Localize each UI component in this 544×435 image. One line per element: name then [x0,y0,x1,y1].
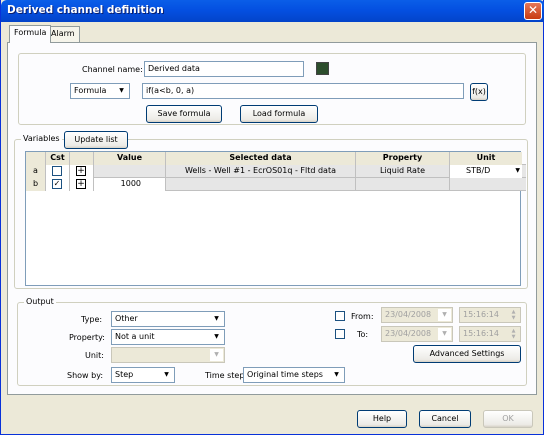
tab-alarm-label: Alarm [51,29,75,38]
row-name: a [26,165,46,178]
advanced-settings-button[interactable]: Advanced Settings [413,345,521,363]
help-button[interactable]: Help [357,410,407,428]
spinner-arrows-icon: ▲ ▼ [511,328,516,340]
unit-label: Unit: [85,351,104,360]
plus-icon[interactable]: + [76,179,86,189]
header-cst[interactable]: Cst [46,152,70,165]
from-date-picker[interactable]: 23/04/2008 ▼ [381,307,453,323]
table-row[interactable]: a + Wells - Well #1 - EcrOS01q - Fltd da… [26,165,526,178]
row-cst-cell [46,165,70,178]
chevron-down-icon[interactable]: ▼ [515,165,520,177]
to-time-value: 15:16:14 [463,329,499,338]
to-label: To: [357,330,369,339]
window-title: Derived channel definition [7,4,164,16]
type-select-value: Other [115,314,138,323]
row-cst-cell: ✓ [46,178,70,191]
from-checkbox[interactable] [335,311,345,321]
row-property [356,178,450,191]
channel-name-label: Channel name: [82,65,143,74]
close-icon[interactable]: ✕ [524,2,542,20]
save-formula-button[interactable]: Save formula [146,105,222,123]
from-label: From: [351,312,374,321]
output-group-label: Output [24,297,56,306]
row-value-input[interactable]: 1000 [94,178,166,191]
ok-button[interactable]: OK [483,410,533,428]
header-add [70,152,94,165]
to-date-picker[interactable]: 23/04/2008 ▼ [381,326,453,342]
chevron-down-icon: ▼ [438,328,451,340]
chevron-down-icon[interactable]: ▼ [330,369,343,381]
mode-select-value: Formula [74,86,107,95]
constant-checkbox[interactable] [52,166,62,176]
row-selected-data[interactable] [166,178,356,191]
row-name: b [26,178,46,191]
row-selected-data[interactable]: Wells - Well #1 - EcrOS01q - Fltd data [166,165,356,178]
header-name [26,152,46,165]
header-selected-data[interactable]: Selected data [166,152,356,165]
mode-select[interactable]: Formula ▼ [70,83,130,99]
row-add-cell: + [70,165,94,178]
update-list-button[interactable]: Update list [64,131,128,149]
row-value[interactable] [94,165,166,178]
load-formula-button[interactable]: Load formula [240,105,318,123]
from-date-value: 23/04/2008 [385,310,432,319]
table-header-row: Cst Value Selected data Property Unit [26,152,526,165]
timestep-label: Time step: [205,371,248,380]
header-unit[interactable]: Unit [450,152,522,165]
property-select[interactable]: Not a unit ▼ [111,329,225,345]
chevron-down-icon[interactable]: ▼ [160,369,173,381]
chevron-down-icon: ▼ [210,349,223,361]
channel-name-input[interactable]: Derived data [144,61,304,77]
property-label: Property: [69,333,105,342]
from-time-spinner[interactable]: 15:16:14 ▲ ▼ [459,307,521,323]
showby-label: Show by: [67,371,104,380]
title-bar[interactable]: Derived channel definition ✕ [1,0,544,22]
timestep-select[interactable]: Original time steps ▼ [243,367,345,383]
timestep-select-value: Original time steps [247,370,323,379]
type-select[interactable]: Other ▼ [111,311,225,327]
row-property: Liquid Rate [356,165,450,178]
row-unit [450,178,522,191]
property-select-value: Not a unit [115,332,155,341]
function-button[interactable]: f(x) [470,83,488,101]
table-row[interactable]: b ✓ + 1000 [26,178,526,191]
row-unit-select[interactable]: STB/D ▼ [450,165,522,178]
to-checkbox[interactable] [335,329,345,339]
unit-select[interactable]: ▼ [111,347,225,363]
color-picker-icon[interactable] [316,62,329,75]
header-value[interactable]: Value [94,152,166,165]
chevron-down-icon[interactable]: ▼ [115,85,128,97]
chevron-down-icon[interactable]: ▼ [210,313,223,325]
variables-table: Cst Value Selected data Property Unit a … [25,151,526,286]
type-label: Type: [81,315,103,324]
constant-checkbox-checked[interactable]: ✓ [52,179,62,189]
from-time-value: 15:16:14 [463,310,499,319]
chevron-down-icon[interactable]: ▼ [210,331,223,343]
chevron-down-icon: ▼ [438,309,451,321]
spinner-arrows-icon: ▲ ▼ [511,309,516,321]
tab-formula[interactable]: Formula [9,25,52,43]
dialog-window: Derived channel definition ✕ Formula Ala… [0,0,544,435]
formula-input[interactable]: if(a<b, 0, a) [142,83,464,99]
to-date-value: 23/04/2008 [385,329,432,338]
tab-formula-label: Formula [14,28,47,37]
to-time-spinner[interactable]: 15:16:14 ▲ ▼ [459,326,521,342]
row-unit-value: STB/D [466,166,491,175]
plus-icon[interactable]: + [76,166,86,176]
cancel-button[interactable]: Cancel [419,410,471,428]
row-add-cell: + [70,178,94,191]
showby-select-value: Step [115,370,134,379]
header-property[interactable]: Property [356,152,450,165]
variables-group-label: Variables [21,134,62,143]
showby-select[interactable]: Step ▼ [111,367,175,383]
